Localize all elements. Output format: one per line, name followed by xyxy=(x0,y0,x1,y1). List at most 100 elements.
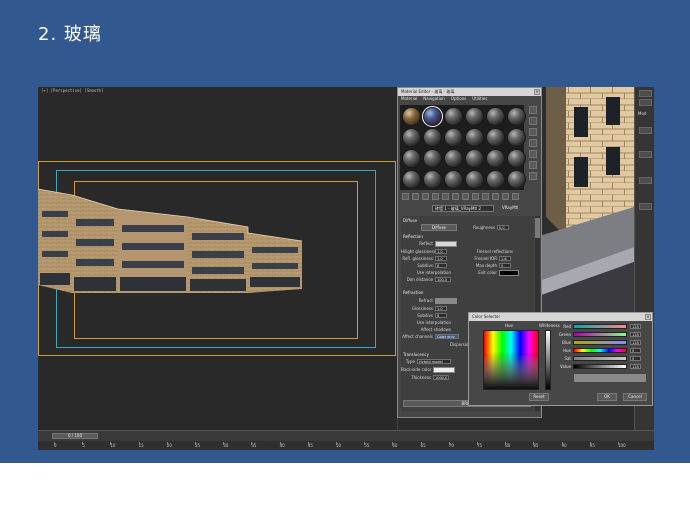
sample-sphere-selected[interactable] xyxy=(422,106,443,127)
video-check-icon[interactable] xyxy=(528,150,537,158)
menu-utilities[interactable]: Utilities xyxy=(472,96,487,103)
reset-map-icon[interactable] xyxy=(432,193,439,200)
green-slider[interactable] xyxy=(573,332,627,337)
fresnel-ior-input[interactable]: 1.6 xyxy=(499,256,511,261)
put-to-scene-icon[interactable] xyxy=(412,193,419,200)
back-side-color-swatch[interactable] xyxy=(433,367,455,373)
sample-sphere[interactable] xyxy=(486,170,505,189)
sample-sphere[interactable] xyxy=(486,128,505,147)
menu-options[interactable]: Options xyxy=(451,96,466,103)
affect-shadows-checkbox[interactable]: Affect shadows xyxy=(401,327,451,332)
sample-sphere[interactable] xyxy=(444,149,463,168)
reflect-color-swatch[interactable] xyxy=(435,241,457,247)
refract-use-interpolation[interactable]: Use interpolation xyxy=(401,320,451,325)
reset-button[interactable]: Reset xyxy=(529,393,549,401)
section-refraction[interactable]: Refraction xyxy=(403,290,423,295)
refract-subdivs-input[interactable]: 8 xyxy=(435,313,447,318)
refract-color-swatch[interactable] xyxy=(435,298,457,304)
sample-sphere[interactable] xyxy=(444,128,463,147)
thickness-input[interactable]: 1000.0 xyxy=(433,375,449,380)
options-icon[interactable] xyxy=(528,161,537,169)
reflect-use-interpolation[interactable]: Use interpolation xyxy=(401,270,451,275)
blue-input[interactable]: 128 xyxy=(630,340,641,345)
sample-sphere[interactable] xyxy=(486,149,505,168)
timeline-track[interactable]: 0 5 10 15 20 25 30 35 40 45 50 55 60 65 70 75 80 85 90 95 10… xyxy=(38,441,654,450)
sample-sphere[interactable] xyxy=(465,149,484,168)
sample-sphere[interactable] xyxy=(507,128,526,147)
sample-sphere[interactable] xyxy=(507,170,526,189)
whiteness-slider[interactable] xyxy=(545,330,551,390)
green-input[interactable]: 128 xyxy=(630,332,641,337)
material-editor-titlebar[interactable]: Material Editor - 玻璃 - 玻璃 × xyxy=(398,88,541,96)
section-diffuse[interactable]: Diffuse xyxy=(403,218,417,223)
hue-channel-slider[interactable] xyxy=(573,348,627,353)
material-type-button[interactable]: VRayMtl xyxy=(502,205,518,210)
front-viewport[interactable] xyxy=(536,87,634,317)
sample-sphere[interactable] xyxy=(444,107,463,126)
diffuse-button[interactable]: Diffuse xyxy=(421,224,457,231)
panel-button[interactable] xyxy=(639,127,652,134)
section-translucency[interactable]: Translucency xyxy=(403,352,429,357)
put-to-library-icon[interactable] xyxy=(462,193,469,200)
panel-button[interactable] xyxy=(639,177,652,184)
get-material-icon[interactable] xyxy=(402,193,409,200)
panel-button[interactable] xyxy=(639,99,652,106)
perspective-viewport[interactable]: [+] [Perspective] [Smooth] xyxy=(38,87,398,430)
viewport-label[interactable]: [+] [Perspective] [Smooth] xyxy=(41,88,104,93)
sample-sphere[interactable] xyxy=(465,107,484,126)
sample-sphere[interactable] xyxy=(465,170,484,189)
sample-sphere[interactable] xyxy=(423,128,442,147)
select-by-material-icon[interactable] xyxy=(528,172,537,180)
exit-color-swatch[interactable] xyxy=(499,270,519,276)
background-icon[interactable] xyxy=(528,128,537,136)
menu-navigation[interactable]: Navigation xyxy=(423,96,445,103)
dim-distance-input[interactable]: 100.0 xyxy=(435,277,451,282)
max-depth-input[interactable]: 5 xyxy=(499,263,511,268)
panel-button[interactable] xyxy=(639,203,652,210)
sample-sphere[interactable] xyxy=(507,107,526,126)
time-slider[interactable]: 0 / 100 xyxy=(52,433,98,439)
value-input[interactable]: 128 xyxy=(630,364,641,369)
close-icon[interactable]: × xyxy=(645,314,651,320)
blue-slider[interactable] xyxy=(573,340,627,345)
sample-sphere[interactable] xyxy=(423,170,442,189)
sample-sphere[interactable] xyxy=(486,107,505,126)
backlight-icon[interactable] xyxy=(528,117,537,125)
hue-spectrum[interactable] xyxy=(483,330,539,390)
value-slider[interactable] xyxy=(573,364,627,369)
hue-channel-input[interactable]: 0 xyxy=(630,348,641,353)
red-input[interactable]: 128 xyxy=(630,324,641,329)
cancel-button[interactable]: Cancel xyxy=(623,393,647,401)
color-selector-titlebar[interactable]: Color Selector × xyxy=(469,313,652,321)
ok-button[interactable]: OK xyxy=(597,393,617,401)
scrollbar-thumb[interactable] xyxy=(535,218,540,238)
show-end-result-icon[interactable] xyxy=(492,193,499,200)
sample-sphere[interactable] xyxy=(465,128,484,147)
sample-sphere[interactable] xyxy=(402,170,421,189)
menu-material[interactable]: Material xyxy=(401,96,417,103)
translucency-type-dropdown[interactable]: Hybrid model xyxy=(417,359,451,364)
make-copy-icon[interactable] xyxy=(442,193,449,200)
roughness-input[interactable]: 0.0 xyxy=(497,225,509,230)
material-name-field[interactable]: 砖墙 1 - 玻璃_VRayMtl 2 xyxy=(432,205,494,212)
sample-sphere[interactable] xyxy=(507,149,526,168)
affect-channels-dropdown[interactable]: Color only xyxy=(435,334,459,339)
refl-glossiness-input[interactable]: 1.0 xyxy=(435,256,447,261)
reflect-subdivs-input[interactable]: 8 xyxy=(435,263,447,268)
section-reflection[interactable]: Reflection xyxy=(403,234,423,239)
sat-input[interactable]: 0 xyxy=(630,356,641,361)
show-map-icon[interactable] xyxy=(482,193,489,200)
go-forward-icon[interactable] xyxy=(512,193,519,200)
red-slider[interactable] xyxy=(573,324,627,329)
assign-to-selection-icon[interactable] xyxy=(422,193,429,200)
material-id-icon[interactable] xyxy=(472,193,479,200)
sample-sphere[interactable] xyxy=(402,149,421,168)
panel-button[interactable] xyxy=(639,90,652,97)
panel-button[interactable] xyxy=(639,151,652,158)
dispersion-checkbox[interactable]: Dispersion xyxy=(431,342,471,347)
close-icon[interactable]: × xyxy=(534,89,540,95)
hilight-glossiness-input[interactable]: 1.0 xyxy=(435,249,447,254)
sample-type-icon[interactable] xyxy=(528,106,537,114)
refract-glossiness-input[interactable]: 1.0 xyxy=(435,306,447,311)
uv-tiling-icon[interactable] xyxy=(528,139,537,147)
